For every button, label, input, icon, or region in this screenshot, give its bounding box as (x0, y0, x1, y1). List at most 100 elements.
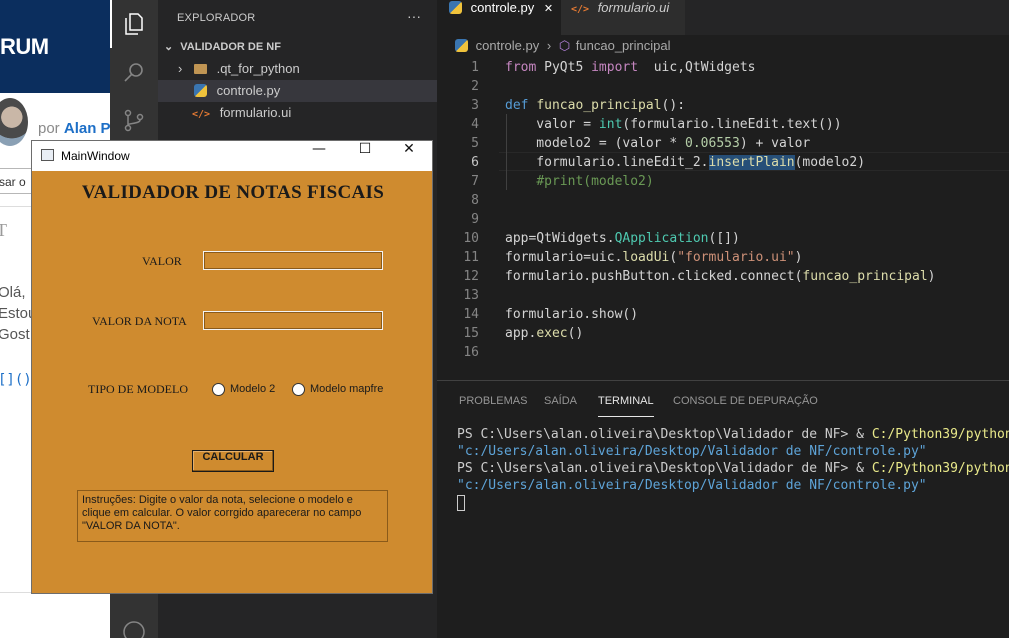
line-number: 2 (471, 79, 479, 94)
radio-modelo-2-label: Modelo 2 (230, 383, 276, 395)
chevron-right-icon: › (178, 61, 183, 76)
line-number: 1 (471, 60, 479, 75)
terminal-line: PS C:\Users\alan.oliveira\Desktop\Valida… (457, 461, 1009, 476)
terminal-arg: "c:/Users/alan.oliveira/Desktop/Validado… (457, 444, 927, 459)
code-line: modelo2 = (valor * 0.06553) + valor (505, 136, 811, 151)
terminal-cursor[interactable] (457, 495, 465, 511)
forum-header: RUM (0, 0, 110, 93)
explorer-icon[interactable] (122, 12, 146, 36)
python-icon (455, 39, 468, 52)
tab-problemas[interactable]: PROBLEMAS (459, 395, 527, 407)
line-number: 12 (463, 269, 479, 284)
line-number: 7 (471, 174, 479, 189)
tree-item-label: formulario.ui (219, 105, 292, 120)
tree-item-qt-for-python[interactable]: › .qt_for_python (158, 58, 437, 80)
line-number: 10 (463, 231, 479, 246)
terminal-line: "c:/Users/alan.oliveira/Desktop/Validado… (457, 478, 927, 493)
tab-formulario-ui[interactable]: </> formulario.ui (561, 0, 685, 35)
line-number: 4 (471, 117, 479, 132)
line-number: 14 (463, 307, 479, 322)
valor-input[interactable] (203, 251, 383, 270)
post-author-prefix: por (38, 120, 64, 137)
line-number: 15 (463, 326, 479, 341)
tab-console-de-depuracao[interactable]: CONSOLE DE DEPURAÇÃO (673, 395, 818, 407)
code-line: def funcao_principal(): (505, 98, 686, 113)
code-line: formulario.show() (505, 307, 639, 322)
terminal-arg: "c:/Users/alan.oliveira/Desktop/Validado… (457, 478, 927, 493)
more-actions-icon[interactable]: ··· (407, 8, 421, 24)
window-titlebar[interactable]: MainWindow — ☐ ✕ (32, 141, 432, 171)
cube-icon: ⬡ (558, 38, 571, 53)
line-number: 3 (471, 98, 479, 113)
tab-saida[interactable]: SAÍDA (544, 395, 577, 407)
ui-file-icon: </> (571, 4, 590, 15)
label-valor-da-nota: VALOR DA NOTA (92, 314, 187, 328)
radio-modelo-mapfre[interactable] (292, 383, 305, 396)
tree-item-label: .qt_for_python (216, 61, 300, 76)
folder-icon (193, 64, 207, 74)
close-icon[interactable]: ✕ (544, 3, 553, 15)
terminal-line: PS C:\Users\alan.oliveira\Desktop\Valida… (457, 427, 1009, 442)
code-line: formulario.pushButton.clicked.connect(fu… (505, 269, 936, 284)
search-icon[interactable] (122, 60, 146, 84)
tab-label: controle.py (470, 0, 535, 15)
code-line: #print(modelo2) (536, 174, 654, 189)
breadcrumb-symbol[interactable]: funcao_principal (576, 38, 671, 53)
form-heading: VALIDADOR DE NOTAS FISCAIS (81, 182, 385, 203)
code-editor[interactable]: 1 2 3 4 5 6 7 8 9 10 11 12 13 14 15 16 f… (437, 57, 1009, 380)
avatar (0, 98, 28, 146)
line-number: 9 (471, 212, 479, 227)
tree-item-formulario-ui[interactable]: </> formulario.ui (158, 102, 437, 124)
ui-file-icon: </> (192, 109, 211, 120)
editor-tabs: controle.py ✕ </> formulario.ui (437, 0, 1009, 35)
folder-name: VALIDADOR DE NF (180, 41, 281, 53)
terminal-exe: C:/Python39/python.exe (871, 461, 1009, 476)
breadcrumb: controle.py › ⬡ funcao_principal (437, 35, 1009, 57)
forum-brand: RUM (0, 34, 49, 59)
bottom-panel: PROBLEMAS SAÍDA TERMINAL CONSOLE DE DEPU… (437, 380, 1009, 638)
instructions-box: Instruções: Digite o valor da nota, sele… (77, 490, 388, 542)
post-author-link[interactable]: Alan P (64, 120, 110, 137)
code-line: formulario.lineEdit_2.insertPlain(modelo… (505, 155, 866, 170)
terminal-line: "c:/Users/alan.oliveira/Desktop/Validado… (457, 444, 927, 459)
chevron-down-icon: ⌄ (164, 41, 174, 53)
code-line: app=QtWidgets.QApplication([]) (505, 231, 740, 246)
tree-item-controle-py[interactable]: controle.py (158, 80, 437, 102)
explorer-title: EXPLORADOR (177, 12, 256, 24)
calcular-button[interactable]: CALCULAR (192, 450, 274, 472)
python-icon (194, 84, 207, 97)
minimize-button[interactable]: — (296, 141, 342, 171)
terminal-exe: C:/Python39/python.exe (871, 427, 1009, 442)
account-icon[interactable] (122, 620, 146, 638)
label-tipo-de-modelo: TIPO DE MODELO (88, 382, 188, 396)
valor-da-nota-input[interactable] (203, 311, 383, 330)
window-title: MainWindow (61, 149, 130, 163)
post-author: por Alan P (38, 120, 110, 137)
terminal-prompt: PS C:\Users\alan.oliveira\Desktop\Valida… (457, 461, 872, 476)
active-indicator (110, 0, 112, 48)
close-button[interactable]: ✕ (386, 141, 432, 171)
breadcrumb-file[interactable]: controle.py (476, 38, 540, 53)
qt-main-window: MainWindow — ☐ ✕ VALIDADOR DE NOTAS FISC… (31, 140, 433, 594)
python-icon (449, 1, 462, 14)
label-valor: VALOR (142, 254, 182, 268)
tab-label: formulario.ui (597, 0, 670, 15)
code-line: from PyQt5 import uic,QtWidgets (505, 60, 756, 75)
line-number: 5 (471, 136, 479, 151)
code-snippet: []() (0, 372, 32, 388)
breadcrumb-separator: › (546, 38, 552, 53)
line-number: 16 (463, 345, 479, 360)
radio-modelo-mapfre-label: Modelo mapfre (310, 383, 384, 395)
window-app-icon (41, 149, 54, 161)
maximize-button[interactable]: ☐ (342, 141, 388, 171)
folder-validador-de-nf[interactable]: ⌄ VALIDADOR DE NF (158, 36, 437, 58)
tab-controle-py[interactable]: controle.py ✕ (437, 0, 561, 35)
terminal-prompt: PS C:\Users\alan.oliveira\Desktop\Valida… (457, 427, 872, 442)
radio-modelo-2[interactable] (212, 383, 225, 396)
source-control-icon[interactable] (122, 108, 146, 132)
line-number: 8 (471, 193, 479, 208)
tree-item-label: controle.py (216, 83, 281, 98)
forum-glyph: T (0, 220, 7, 240)
tab-terminal[interactable]: TERMINAL (598, 395, 654, 417)
code-line: app.exec() (505, 326, 584, 341)
